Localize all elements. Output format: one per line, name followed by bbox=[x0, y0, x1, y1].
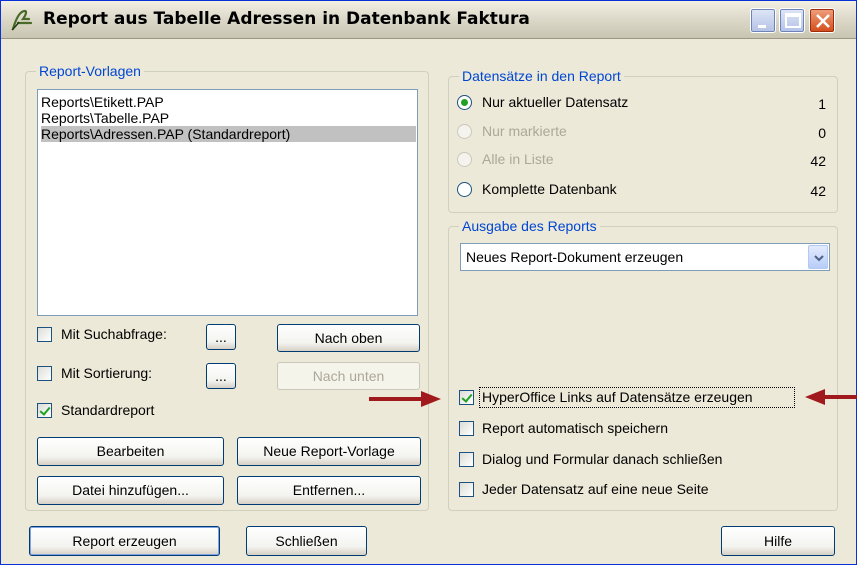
suchabfrage-checkbox[interactable] bbox=[37, 327, 52, 342]
bearbeiten-button[interactable]: Bearbeiten bbox=[37, 437, 224, 466]
standardreport-label[interactable]: Standardreport bbox=[61, 402, 154, 418]
nach-oben-button[interactable]: Nach oben bbox=[277, 324, 420, 352]
nur-markierte-count: 0 bbox=[818, 125, 826, 141]
report-erzeugen-button[interactable]: Report erzeugen bbox=[29, 526, 220, 556]
hilfe-button[interactable]: Hilfe bbox=[721, 526, 835, 556]
alle-in-liste-radio[interactable] bbox=[457, 152, 472, 167]
sortierung-label[interactable]: Mit Sortierung: bbox=[61, 365, 152, 381]
ausgabe-select-value: Neues Report-Dokument erzeugen bbox=[466, 249, 684, 265]
ausgabe-legend: Ausgabe des Reports bbox=[462, 218, 597, 234]
close-icon bbox=[816, 14, 830, 28]
annotation-arrow-right-icon bbox=[369, 391, 441, 407]
ausgabe-select[interactable]: Neues Report-Dokument erzeugen bbox=[460, 243, 830, 271]
report-dialog: Report aus Tabelle Adressen in Datenbank… bbox=[0, 0, 857, 565]
report-template-list[interactable]: Reports\Etikett.PAP Reports\Tabelle.PAP … bbox=[37, 89, 418, 316]
komplette-datenbank-label[interactable]: Komplette Datenbank bbox=[482, 181, 617, 197]
nur-aktueller-count: 1 bbox=[818, 96, 826, 112]
neue-report-vorlage-button[interactable]: Neue Report-Vorlage bbox=[237, 437, 421, 466]
komplette-datenbank-radio[interactable] bbox=[457, 182, 472, 197]
dialog-schliessen-label[interactable]: Dialog und Formular danach schließen bbox=[482, 451, 722, 467]
komplette-datenbank-count: 42 bbox=[810, 183, 826, 199]
minimize-icon bbox=[758, 25, 766, 28]
entfernen-button[interactable]: Entfernen... bbox=[237, 476, 421, 505]
dropdown-arrow-button[interactable] bbox=[808, 245, 828, 269]
datensaetze-legend: Datensätze in den Report bbox=[462, 68, 621, 84]
list-item-selected[interactable]: Reports\Adressen.PAP (Standardreport) bbox=[41, 126, 416, 142]
chevron-down-icon bbox=[814, 255, 824, 262]
nur-markierte-label[interactable]: Nur markierte bbox=[482, 123, 567, 139]
close-button[interactable] bbox=[809, 8, 835, 33]
schliessen-button[interactable]: Schließen bbox=[246, 526, 367, 556]
alle-in-liste-count: 42 bbox=[810, 153, 826, 169]
datei-hinzufuegen-button[interactable]: Datei hinzufügen... bbox=[37, 476, 224, 505]
dialog-schliessen-checkbox[interactable] bbox=[459, 452, 474, 467]
report-vorlagen-legend: Report-Vorlagen bbox=[39, 63, 141, 79]
hyperoffice-links-label[interactable]: HyperOffice Links auf Datensätze erzeuge… bbox=[482, 389, 753, 405]
report-speichern-checkbox[interactable] bbox=[459, 421, 474, 436]
nur-aktueller-label[interactable]: Nur aktueller Datensatz bbox=[482, 94, 628, 110]
neue-seite-checkbox[interactable] bbox=[459, 482, 474, 497]
nur-markierte-radio[interactable] bbox=[457, 124, 472, 139]
sortierung-checkbox[interactable] bbox=[37, 366, 52, 381]
app-logo-icon bbox=[11, 9, 33, 31]
alle-in-liste-label[interactable]: Alle in Liste bbox=[482, 151, 554, 167]
list-item[interactable]: Reports\Etikett.PAP bbox=[41, 94, 164, 110]
report-speichern-label[interactable]: Report automatisch speichern bbox=[482, 420, 668, 436]
nur-aktueller-radio[interactable] bbox=[457, 95, 472, 110]
hyperoffice-links-checkbox[interactable] bbox=[459, 390, 474, 405]
sortierung-browse-button[interactable]: ... bbox=[206, 363, 236, 389]
list-item[interactable]: Reports\Tabelle.PAP bbox=[41, 110, 169, 126]
window-title: Report aus Tabelle Adressen in Datenbank… bbox=[43, 9, 530, 29]
annotation-arrow-left-icon bbox=[805, 389, 857, 405]
maximize-icon bbox=[785, 13, 801, 28]
neue-seite-label[interactable]: Jeder Datensatz auf eine neue Seite bbox=[482, 481, 709, 497]
minimize-button[interactable] bbox=[750, 8, 776, 33]
nach-unten-button[interactable]: Nach unten bbox=[277, 362, 420, 390]
standardreport-checkbox[interactable] bbox=[37, 403, 52, 418]
title-bar[interactable]: Report aus Tabelle Adressen in Datenbank… bbox=[1, 1, 856, 39]
suchabfrage-browse-button[interactable]: ... bbox=[206, 324, 236, 350]
maximize-button[interactable] bbox=[779, 8, 805, 33]
suchabfrage-label[interactable]: Mit Suchabfrage: bbox=[61, 326, 167, 342]
